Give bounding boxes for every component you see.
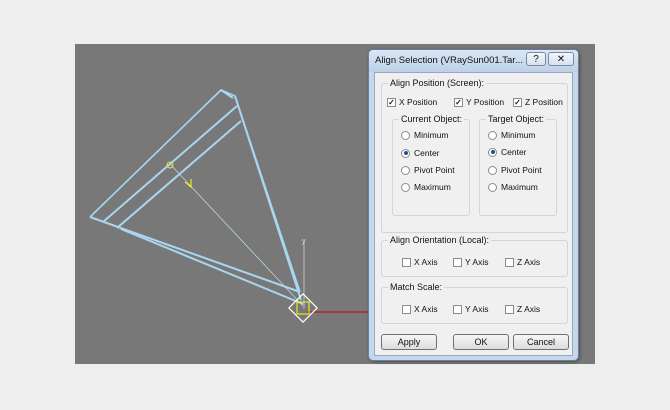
z-position-checkbox[interactable]: ✓ Z Position — [513, 97, 563, 107]
target-center-label: Center — [501, 147, 527, 157]
cancel-button[interactable]: Cancel — [513, 334, 569, 350]
align-orientation-group: Align Orientation (Local): X Axis Y Axis… — [381, 235, 568, 277]
y-axis-label: y — [302, 238, 306, 245]
scale-z-axis-box — [505, 304, 514, 314]
target-maximum-label: Maximum — [501, 182, 538, 192]
y-position-checkbox[interactable]: ✓ Y Position — [454, 97, 504, 107]
current-center-label: Center — [414, 148, 440, 158]
target-maximum-dot — [488, 182, 497, 192]
match-scale-group: Match Scale: X Axis Y Axis Z Axis — [381, 282, 568, 324]
scale-x-axis-checkbox[interactable]: X Axis — [402, 304, 438, 314]
current-pivot-point-radio[interactable]: Pivot Point — [401, 165, 455, 175]
orientation-x-axis-checkbox[interactable]: X Axis — [402, 257, 438, 267]
current-maximum-dot — [401, 182, 410, 192]
target-object-group: Target Object: Minimum Center Pivot Poin… — [479, 114, 557, 216]
dialog-titlebar[interactable]: Align Selection (VRaySun001.Tar... ? ✕ — [369, 50, 578, 72]
x-position-label: X Position — [399, 97, 438, 107]
apply-button[interactable]: Apply — [381, 334, 437, 350]
target-maximum-radio[interactable]: Maximum — [488, 182, 538, 192]
orientation-z-axis-box — [505, 257, 514, 267]
target-minimum-dot — [488, 130, 497, 140]
align-position-label: Align Position (Screen): — [388, 78, 487, 88]
align-orientation-label: Align Orientation (Local): — [388, 235, 492, 245]
scale-z-axis-label: Z Axis — [517, 304, 541, 314]
orientation-y-axis-label: Y Axis — [465, 257, 489, 267]
scale-y-axis-label: Y Axis — [465, 304, 489, 314]
current-minimum-radio[interactable]: Minimum — [401, 130, 448, 140]
orientation-z-axis-checkbox[interactable]: Z Axis — [505, 257, 540, 267]
current-minimum-label: Minimum — [414, 130, 449, 140]
ok-button[interactable]: OK — [453, 334, 509, 350]
target-pivot-point-radio[interactable]: Pivot Point — [488, 165, 542, 175]
current-center-radio[interactable]: Center — [401, 148, 440, 158]
orientation-x-axis-label: X Axis — [414, 257, 438, 267]
align-selection-dialog: Align Selection (VRaySun001.Tar... ? ✕ A… — [368, 49, 579, 361]
z-position-check-box: ✓ — [513, 97, 522, 107]
x-position-check-box: ✓ — [387, 97, 396, 107]
y-position-label: Y Position — [466, 97, 505, 107]
align-position-group: Align Position (Screen): ✓ X Position ✓ … — [381, 78, 568, 233]
current-object-group: Current Object: Minimum Center Pivot Poi… — [392, 114, 470, 216]
close-button[interactable]: ✕ — [548, 52, 574, 66]
current-pivot-point-dot — [401, 165, 410, 175]
light-target-line — [169, 163, 304, 307]
help-button[interactable]: ? — [526, 52, 546, 66]
target-center-radio[interactable]: Center — [488, 147, 527, 157]
scale-x-axis-box — [402, 304, 411, 314]
current-center-dot — [401, 148, 410, 158]
current-minimum-dot — [401, 130, 410, 140]
dialog-body: Align Position (Screen): ✓ X Position ✓ … — [374, 72, 573, 356]
target-minimum-label: Minimum — [501, 130, 536, 140]
y-position-check-box: ✓ — [454, 97, 463, 107]
target-object-label: Target Object: — [486, 114, 547, 124]
scale-x-axis-label: X Axis — [414, 304, 438, 314]
current-pivot-point-label: Pivot Point — [414, 165, 455, 175]
orientation-z-axis-label: Z Axis — [517, 257, 541, 267]
target-box-outer — [288, 293, 318, 323]
current-maximum-radio[interactable]: Maximum — [401, 182, 451, 192]
z-position-label: Z Position — [525, 97, 563, 107]
target-pivot-point-dot — [488, 165, 497, 175]
current-object-label: Current Object: — [399, 114, 465, 124]
orientation-y-axis-checkbox[interactable]: Y Axis — [453, 257, 488, 267]
orientation-x-axis-box — [402, 257, 411, 267]
current-maximum-label: Maximum — [414, 182, 451, 192]
x-position-checkbox[interactable]: ✓ X Position — [387, 97, 437, 107]
target-center-dot — [488, 147, 497, 157]
match-scale-label: Match Scale: — [388, 282, 445, 292]
target-pivot-point-label: Pivot Point — [501, 165, 542, 175]
dialog-title: Align Selection (VRaySun001.Tar... — [375, 55, 523, 66]
scale-y-axis-checkbox[interactable]: Y Axis — [453, 304, 488, 314]
target-minimum-radio[interactable]: Minimum — [488, 130, 535, 140]
orientation-y-axis-box — [453, 257, 462, 267]
scale-z-axis-checkbox[interactable]: Z Axis — [505, 304, 540, 314]
scale-y-axis-box — [453, 304, 462, 314]
